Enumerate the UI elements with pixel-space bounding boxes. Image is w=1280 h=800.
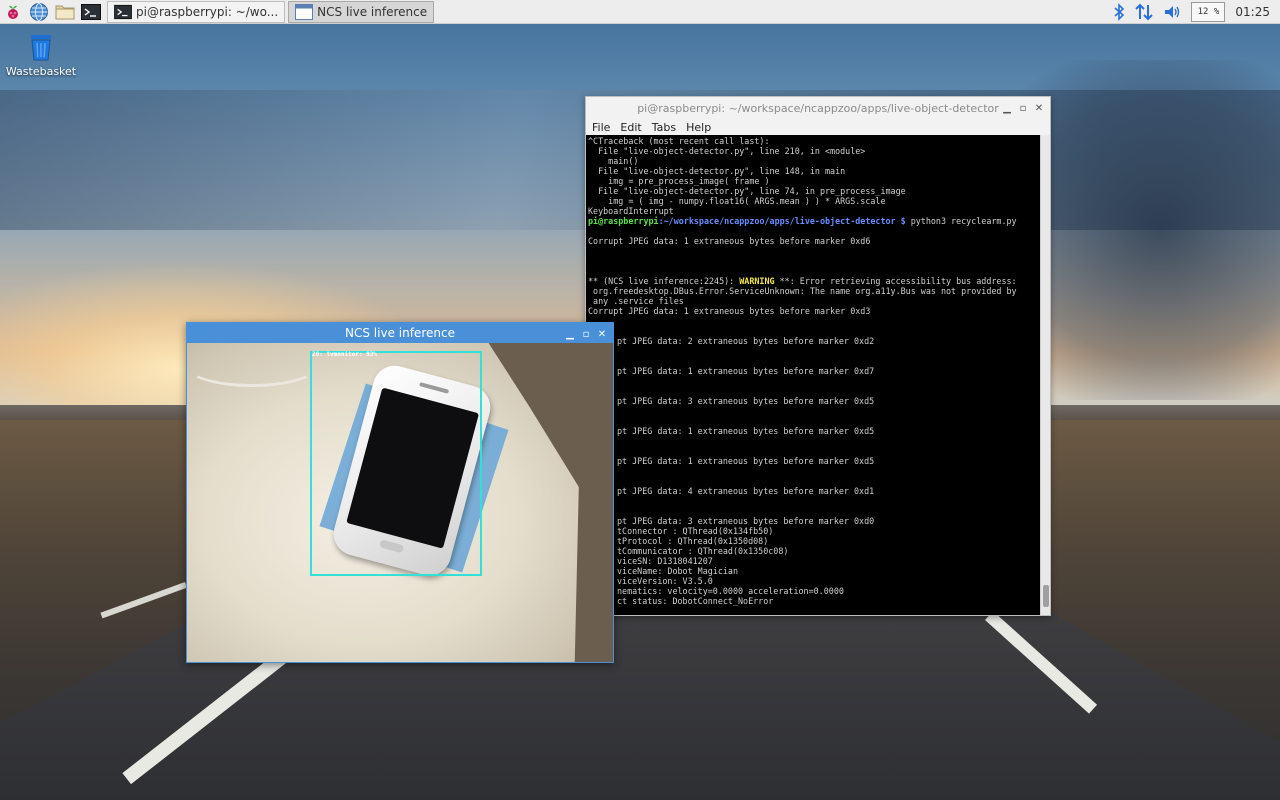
ncs-live-inference-window[interactable]: NCS live inference ▁ ▫ ✕ 20: tvmonitor: …: [186, 322, 614, 663]
console-line: Corrupt JPEG data: 1 extraneous bytes be…: [588, 236, 871, 246]
window-controls: ▁ ▫ ✕: [1002, 97, 1044, 119]
console-warning-line: ** (NCS live inference:2245): WARNING **…: [588, 276, 1040, 286]
minimize-button[interactable]: ▁: [565, 329, 575, 340]
taskbar: pi@raspberrypi: ~/wo... NCS live inferen…: [0, 0, 1280, 24]
ncs-titlebar[interactable]: NCS live inference ▁ ▫ ✕: [187, 323, 613, 343]
detection-label: 20: tvmonitor: 93%: [312, 351, 378, 358]
console-line: tCommunicator : QThread(0x1350c08): [617, 546, 789, 556]
system-tray: 12 % 01:25: [1113, 1, 1280, 22]
console-line: File "live-object-detector.py", line 148…: [588, 166, 846, 176]
console-line: tConnector : QThread(0x134fb50): [617, 526, 774, 536]
console-line: pt JPEG data: 3 extraneous bytes before …: [617, 516, 875, 526]
desktop-icon-label: Wastebasket: [5, 65, 77, 78]
scrollbar-thumb[interactable]: [1043, 585, 1049, 607]
maximize-button[interactable]: ▫: [1018, 103, 1028, 114]
close-button[interactable]: ✕: [597, 329, 607, 340]
network-icon[interactable]: [1135, 3, 1154, 21]
raspberry-icon: [8, 5, 18, 19]
warning-prefix: ** (NCS live inference:2245):: [588, 276, 740, 286]
warning-message: **: Error retrieving accessibility bus a…: [774, 276, 1017, 286]
volume-icon[interactable]: [1163, 3, 1181, 21]
console-line: pt JPEG data: 2 extraneous bytes before …: [617, 336, 875, 346]
console-line: main(): [588, 156, 639, 166]
terminal-window[interactable]: pi@raspberrypi: ~/workspace/ncappzoo/app…: [585, 96, 1051, 616]
console-line: org.freedesktop.DBus.Error.ServiceUnknow…: [588, 286, 1017, 296]
prompt-user: pi@raspberrypi: [588, 216, 659, 226]
console-line: File "live-object-detector.py", line 210…: [588, 146, 866, 156]
console-line: pt JPEG data: 4 extraneous bytes before …: [617, 486, 875, 496]
console-line: pt JPEG data: 3 extraneous bytes before …: [617, 396, 875, 406]
console-prompt-line: pi@raspberrypi:~/workspace/ncappzoo/apps…: [588, 216, 1040, 226]
camera-cable: [187, 347, 317, 387]
console-line: ^CTraceback (most recent call last):: [588, 136, 770, 146]
taskbar-task-label: pi@raspberrypi: ~/wo...: [136, 4, 279, 19]
console-line: KeyboardInterrupt: [588, 206, 674, 216]
console-line: pt JPEG data: 1 extraneous bytes before …: [617, 456, 875, 466]
terminal-titlebar[interactable]: pi@raspberrypi: ~/workspace/ncappzoo/app…: [586, 97, 1050, 119]
taskbar-task-terminal[interactable]: pi@raspberrypi: ~/wo...: [107, 0, 286, 23]
close-button[interactable]: ✕: [1034, 103, 1044, 114]
terminal-launcher[interactable]: [78, 0, 104, 24]
console-line: viceSN: D1318041207: [617, 556, 713, 566]
desktop-icon-wastebasket[interactable]: Wastebasket: [6, 32, 76, 78]
clock[interactable]: 01:25: [1235, 5, 1270, 19]
bluetooth-icon[interactable]: [1113, 2, 1125, 21]
console-line: nematics: velocity=0.0000 acceleration=0…: [617, 586, 844, 596]
menu-edit[interactable]: Edit: [620, 121, 641, 134]
raspberry-menu-button[interactable]: [0, 0, 26, 24]
console-line: any .service files: [588, 296, 684, 306]
web-browser-launcher[interactable]: [26, 0, 52, 24]
terminal-icon: [81, 3, 101, 20]
console-line: Corrupt JPEG data: 1 extraneous bytes be…: [588, 306, 871, 316]
prompt-command: python3 recyclearm.py: [905, 216, 1017, 226]
minimize-button[interactable]: ▁: [1002, 103, 1012, 114]
menu-file[interactable]: File: [592, 121, 610, 134]
folder-icon: [55, 5, 75, 19]
ncs-title: NCS live inference: [345, 326, 455, 340]
menu-help[interactable]: Help: [686, 121, 711, 134]
console-line: pt JPEG data: 1 extraneous bytes before …: [617, 426, 875, 436]
detection-bounding-box: [310, 351, 482, 576]
console-line: viceName: Dobot Magician: [617, 566, 739, 576]
warning-keyword: WARNING: [739, 276, 775, 286]
camera-feed: 20: tvmonitor: 93%: [187, 343, 613, 662]
console-line: ct status: DobotConnect_NoError: [617, 596, 774, 606]
terminal-title: pi@raspberrypi: ~/workspace/ncappzoo/app…: [637, 101, 999, 115]
terminal-menubar: File Edit Tabs Help: [586, 119, 1050, 135]
maximize-button[interactable]: ▫: [581, 329, 591, 340]
window-icon: [295, 3, 314, 20]
terminal-console[interactable]: ^CTraceback (most recent call last): Fil…: [586, 135, 1042, 615]
console-line: viceVersion: V3.5.0: [617, 576, 713, 586]
file-manager-launcher[interactable]: [52, 0, 78, 24]
taskbar-task-label: NCS live inference: [317, 4, 428, 19]
trash-icon: [31, 35, 51, 61]
console-line: img = ( img - numpy.float16( ARGS.mean )…: [588, 196, 886, 206]
menu-tabs[interactable]: Tabs: [652, 121, 676, 134]
console-line: File "live-object-detector.py", line 74,…: [588, 186, 906, 196]
console-line: tProtocol : QThread(0x1350d08): [617, 536, 769, 546]
terminal-scrollbar[interactable]: [1040, 135, 1050, 615]
globe-icon: [30, 2, 48, 21]
cpu-usage-monitor[interactable]: 12 %: [1191, 1, 1226, 22]
taskbar-task-ncs-live-inference[interactable]: NCS live inference: [288, 0, 435, 23]
console-line: img = pre_process_image( frame ): [588, 176, 770, 186]
prompt-path: :~/workspace/ncappzoo/apps/live-object-d…: [658, 216, 906, 226]
console-line: pt JPEG data: 1 extraneous bytes before …: [617, 366, 875, 376]
terminal-icon: [114, 4, 132, 19]
window-controls: ▁ ▫ ✕: [565, 323, 607, 345]
